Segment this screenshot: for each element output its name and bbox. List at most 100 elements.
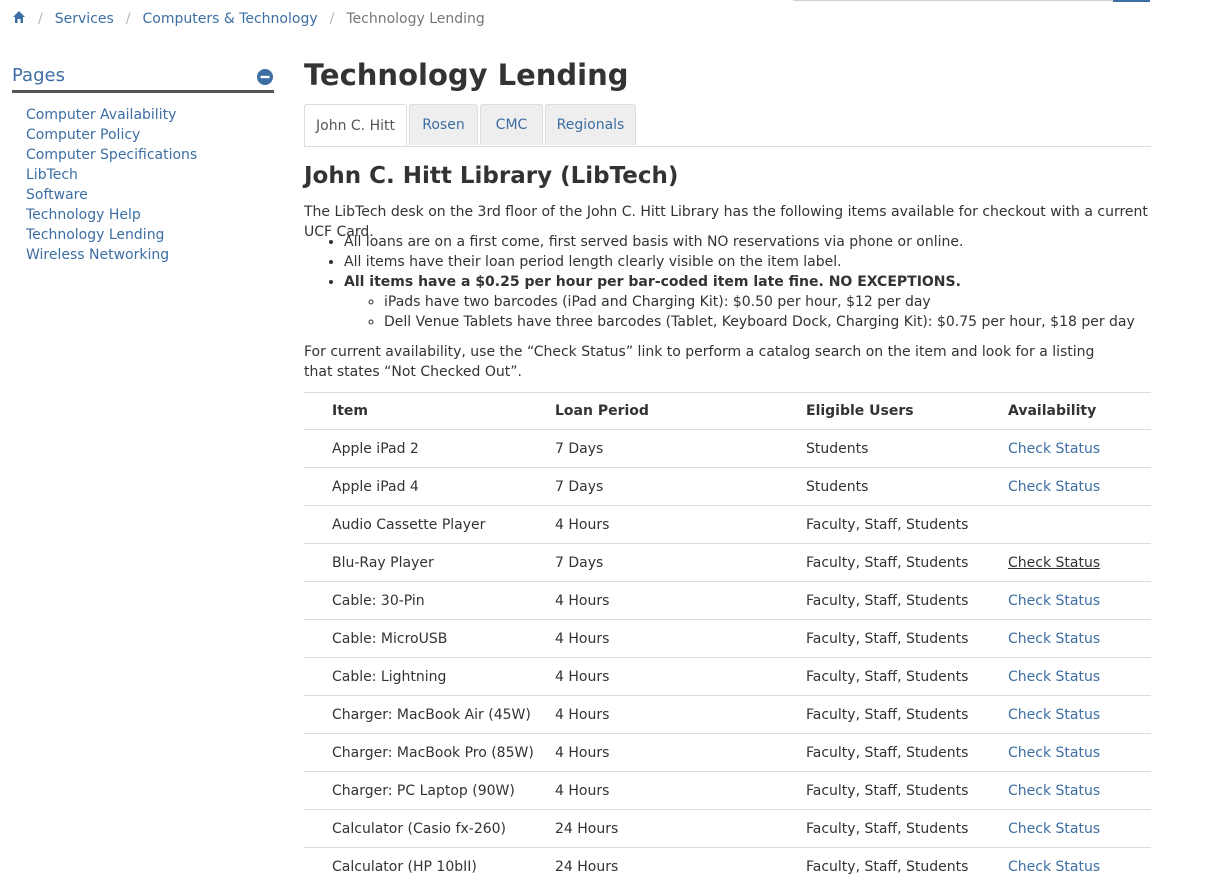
item-name-cell: Apple iPad 2 (304, 430, 555, 468)
page-title: Technology Lending (304, 55, 1151, 95)
check-status-link[interactable]: Check Status (1008, 859, 1100, 875)
table-row: Blu-Ray Player7 DaysFaculty, Staff, Stud… (304, 544, 1151, 582)
item-name-cell: Blu-Ray Player (304, 544, 555, 582)
policy-item: All items have their loan period length … (344, 252, 1135, 272)
check-status-link[interactable]: Check Status (1008, 821, 1100, 837)
eligible-users-cell: Faculty, Staff, Students (806, 506, 1008, 544)
eligible-users-cell: Faculty, Staff, Students (806, 734, 1008, 772)
loan-period-cell: 7 Days (555, 468, 806, 506)
tab-john-c-hitt[interactable]: John C. Hitt (304, 104, 407, 146)
availability-cell: Check Status (1008, 734, 1151, 772)
check-status-link[interactable]: Check Status (1008, 707, 1100, 723)
item-name-cell: Cable: 30-Pin (304, 582, 555, 620)
fine-detail-item: Dell Venue Tablets have three barcodes (… (384, 312, 1135, 332)
check-status-link[interactable]: Check Status (1008, 555, 1100, 571)
breadcrumb-computers-technology[interactable]: Computers & Technology (142, 11, 317, 27)
loan-period-cell: 4 Hours (555, 620, 806, 658)
availability-cell: Check Status (1008, 468, 1151, 506)
availability-cell: Check Status (1008, 582, 1151, 620)
sidebar-item-computer-policy[interactable]: Computer Policy (26, 127, 140, 143)
check-status-link[interactable]: Check Status (1008, 631, 1100, 647)
sidebar-item-computer-specifications[interactable]: Computer Specifications (26, 147, 197, 163)
table-row: Cable: 30-Pin4 HoursFaculty, Staff, Stud… (304, 582, 1151, 620)
table-row: Apple iPad 27 DaysStudentsCheck Status (304, 430, 1151, 468)
item-name-cell: Charger: MacBook Air (45W) (304, 696, 555, 734)
sidebar-item-computer-availability[interactable]: Computer Availability (26, 107, 176, 123)
eligible-users-cell: Faculty, Staff, Students (806, 810, 1008, 848)
check-status-link[interactable]: Check Status (1008, 593, 1100, 609)
availability-cell: Check Status (1008, 696, 1151, 734)
item-name-cell: Audio Cassette Player (304, 506, 555, 544)
eligible-users-cell: Students (806, 430, 1008, 468)
breadcrumb-current: Technology Lending (346, 11, 484, 27)
eligible-users-cell: Students (806, 468, 1008, 506)
sidebar-item-technology-help[interactable]: Technology Help (26, 207, 141, 223)
availability-cell: Check Status (1008, 848, 1151, 885)
column-header-availability: Availability (1008, 393, 1151, 430)
eligible-users-cell: Faculty, Staff, Students (806, 582, 1008, 620)
eligible-users-cell: Faculty, Staff, Students (806, 772, 1008, 810)
loan-period-cell: 4 Hours (555, 734, 806, 772)
item-name-cell: Calculator (Casio fx-260) (304, 810, 555, 848)
item-name-cell: Cable: MicroUSB (304, 620, 555, 658)
table-row: Calculator (HP 10bII)24 HoursFaculty, St… (304, 848, 1151, 885)
sidebar-item-wireless-networking[interactable]: Wireless Networking (26, 247, 169, 263)
policy-item-fine: All items have a $0.25 per hour per bar-… (344, 272, 1135, 332)
minus-circle-icon[interactable] (257, 69, 273, 85)
column-header-eligible-users: Eligible Users (806, 393, 1008, 430)
lending-table-container: Item Loan Period Eligible Users Availabi… (304, 392, 1151, 885)
loan-period-cell: 4 Hours (555, 658, 806, 696)
table-body: Apple iPad 27 DaysStudentsCheck StatusAp… (304, 430, 1151, 885)
main-content: Technology Lending John C. Hitt Rosen CM… (304, 55, 1151, 95)
sidebar-nav: Computer Availability Computer Policy Co… (26, 105, 274, 265)
section-title: John C. Hitt Library (LibTech) (304, 163, 678, 189)
eligible-users-cell: Faculty, Staff, Students (806, 544, 1008, 582)
search-button-edge[interactable] (1113, 0, 1150, 2)
eligible-users-cell: Faculty, Staff, Students (806, 658, 1008, 696)
fine-policy-text: All items have a $0.25 per hour per bar-… (344, 274, 961, 290)
home-icon[interactable] (12, 10, 26, 28)
availability-cell: Check Status (1008, 620, 1151, 658)
eligible-users-cell: Faculty, Staff, Students (806, 620, 1008, 658)
table-row: Charger: PC Laptop (90W)4 HoursFaculty, … (304, 772, 1151, 810)
loan-period-cell: 24 Hours (555, 810, 806, 848)
loan-period-cell: 4 Hours (555, 696, 806, 734)
sidebar-item-libtech[interactable]: LibTech (26, 167, 78, 183)
policy-list: All loans are on a first come, first ser… (304, 232, 1135, 332)
tab-cmc[interactable]: CMC (480, 104, 543, 145)
table-row: Calculator (Casio fx-260)24 HoursFaculty… (304, 810, 1151, 848)
item-name-cell: Charger: PC Laptop (90W) (304, 772, 555, 810)
sidebar-header: Pages (12, 62, 274, 93)
item-name-cell: Cable: Lightning (304, 658, 555, 696)
check-status-link[interactable]: Check Status (1008, 479, 1100, 495)
availability-cell: Check Status (1008, 430, 1151, 468)
item-name-cell: Charger: MacBook Pro (85W) (304, 734, 555, 772)
sidebar: Pages Computer Availability Computer Pol… (12, 62, 274, 265)
sidebar-item-software[interactable]: Software (26, 187, 88, 203)
item-name-cell: Apple iPad 4 (304, 468, 555, 506)
breadcrumb: / Services / Computers & Technology / Te… (12, 9, 485, 29)
search-input-edge[interactable] (793, 0, 1113, 1)
loan-period-cell: 4 Hours (555, 506, 806, 544)
column-header-item: Item (304, 393, 555, 430)
check-status-link[interactable]: Check Status (1008, 783, 1100, 799)
sidebar-item-technology-lending[interactable]: Technology Lending (26, 227, 164, 243)
check-status-link[interactable]: Check Status (1008, 669, 1100, 685)
eligible-users-cell: Faculty, Staff, Students (806, 696, 1008, 734)
check-status-link[interactable]: Check Status (1008, 745, 1100, 761)
table-row: Charger: MacBook Pro (85W)4 HoursFaculty… (304, 734, 1151, 772)
availability-cell: Check Status (1008, 544, 1151, 582)
policy-item: All loans are on a first come, first ser… (344, 232, 1135, 252)
location-tabs: John C. Hitt Rosen CMC Regionals (304, 104, 1151, 147)
tab-regionals[interactable]: Regionals (545, 104, 636, 145)
table-row: Cable: Lightning4 HoursFaculty, Staff, S… (304, 658, 1151, 696)
availability-cell: Check Status (1008, 658, 1151, 696)
table-row: Charger: MacBook Air (45W)4 HoursFaculty… (304, 696, 1151, 734)
availability-cell (1008, 506, 1151, 544)
breadcrumb-services[interactable]: Services (55, 11, 114, 27)
table-header-row: Item Loan Period Eligible Users Availabi… (304, 393, 1151, 430)
availability-cell: Check Status (1008, 810, 1151, 848)
check-status-link[interactable]: Check Status (1008, 441, 1100, 457)
loan-period-cell: 4 Hours (555, 772, 806, 810)
tab-rosen[interactable]: Rosen (409, 104, 478, 145)
